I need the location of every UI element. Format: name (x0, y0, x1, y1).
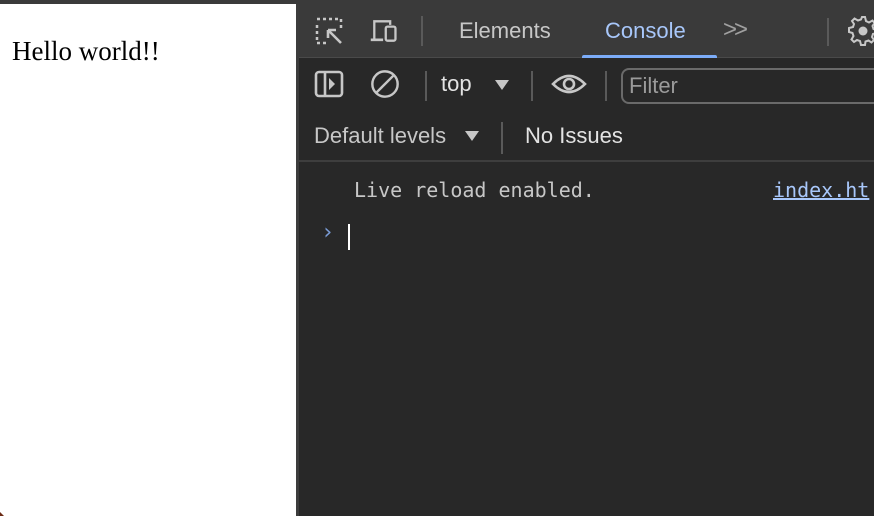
filter-input[interactable] (621, 68, 874, 104)
gear-icon[interactable] (847, 16, 874, 46)
console-levels-bar: Default levels No Issues (299, 110, 874, 162)
toolbar-separator (501, 122, 503, 154)
tabbar-separator (421, 16, 423, 46)
toolbar-separator (605, 71, 607, 101)
resize-corner-mark (0, 512, 4, 516)
devtools-tabbar: Elements Console >> (299, 4, 874, 58)
console-toolbar: top (299, 58, 874, 110)
console-message: Live reload enabled. (354, 178, 595, 202)
more-tabs-button[interactable]: >> (723, 4, 748, 58)
log-levels-dropdown[interactable]: Default levels (314, 110, 446, 162)
console-output: Live reload enabled. index.ht › (299, 164, 874, 516)
sidebar-toggle-icon[interactable] (314, 69, 344, 99)
issues-counter[interactable]: No Issues (525, 110, 623, 162)
page-heading-text: Hello world!! (12, 36, 160, 66)
devtools-panel: Elements Console >> top Filter Default l… (299, 4, 874, 516)
live-expression-icon[interactable] (551, 69, 587, 99)
tab-elements[interactable]: Elements (453, 4, 557, 58)
tabbar-separator-right (827, 18, 829, 46)
context-selector[interactable]: top (441, 58, 472, 110)
chevron-down-icon[interactable] (495, 80, 509, 90)
tab-console[interactable]: Console (599, 4, 692, 58)
console-prompt-icon: › (321, 220, 335, 245)
toolbar-separator (425, 71, 427, 101)
device-toolbar-icon[interactable] (369, 16, 399, 46)
console-message-source-link[interactable]: index.ht (773, 178, 869, 202)
console-input-caret[interactable] (348, 224, 350, 250)
page-viewport: Hello world!! (0, 4, 296, 516)
chevron-down-icon[interactable] (465, 131, 479, 141)
element-picker-icon[interactable] (314, 16, 344, 46)
toolbar-separator (531, 71, 533, 101)
clear-console-icon[interactable] (370, 69, 400, 99)
